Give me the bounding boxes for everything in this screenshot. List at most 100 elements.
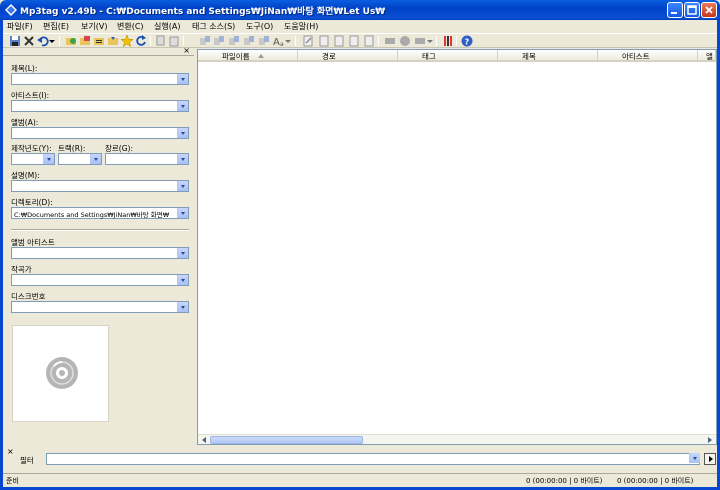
delete-icon[interactable] xyxy=(23,35,35,47)
paste-tag-icon[interactable] xyxy=(168,35,180,47)
text-file-tag-icon[interactable] xyxy=(228,35,240,47)
refresh-icon[interactable] xyxy=(135,35,147,47)
undo-icon[interactable] xyxy=(37,35,49,47)
favorite-star-icon[interactable] xyxy=(121,35,133,47)
options-icon[interactable] xyxy=(442,35,454,47)
tag-tag-icon[interactable] xyxy=(243,35,255,47)
menu-tag-sources[interactable]: 태그 소스(S) xyxy=(192,21,235,32)
minimize-icon xyxy=(671,12,677,14)
undo-dropdown-icon[interactable] xyxy=(49,35,55,47)
file-list-icon[interactable] xyxy=(318,35,330,47)
file-list-icon[interactable] xyxy=(363,35,375,47)
menu-actions[interactable]: 실행(A) xyxy=(154,21,180,32)
scrollbar-thumb[interactable] xyxy=(210,436,363,444)
chevron-down-icon[interactable] xyxy=(177,128,188,138)
amazon-icon[interactable] xyxy=(399,35,411,47)
chevron-down-icon[interactable] xyxy=(177,302,188,312)
minimize-button[interactable] xyxy=(667,2,683,18)
composer-combo[interactable] xyxy=(11,274,189,286)
toolbar-separator xyxy=(378,36,379,46)
menu-tools[interactable]: 도구(O) xyxy=(246,21,273,32)
column-header-path[interactable]: 경로 xyxy=(298,50,398,62)
genre-combo[interactable] xyxy=(105,153,189,165)
toolbar: Aa ? xyxy=(3,33,717,48)
discogs-icon[interactable] xyxy=(414,35,426,47)
close-button[interactable] xyxy=(701,2,717,18)
menu-file[interactable]: 파일(F) xyxy=(7,21,33,32)
chevron-down-icon[interactable] xyxy=(177,181,188,191)
case-conversion-icon[interactable]: Aa xyxy=(273,35,285,47)
change-directory-icon[interactable] xyxy=(65,35,77,47)
close-icon[interactable]: × xyxy=(183,46,190,55)
chevron-down-icon[interactable] xyxy=(177,154,188,164)
sort-ascending-icon xyxy=(258,54,264,58)
tag-source-dropdown-icon[interactable] xyxy=(427,35,433,47)
menu-edit[interactable]: 편집(E) xyxy=(43,21,69,32)
svg-text:?: ? xyxy=(465,38,470,47)
file-list-icon[interactable] xyxy=(348,35,360,47)
chevron-down-icon[interactable] xyxy=(177,248,188,258)
file-list-icon[interactable] xyxy=(333,35,345,47)
title-combo[interactable] xyxy=(11,73,189,85)
selected-files-summary: 0 (00:00:00 | 0 바이트) xyxy=(526,477,603,485)
year-combo[interactable] xyxy=(11,153,55,165)
total-files-summary: 0 (00:00:00 | 0 바이트) xyxy=(617,477,694,485)
toolbar-separator xyxy=(295,36,296,46)
column-header-filename[interactable]: 파일이름 xyxy=(198,50,298,62)
edit-icon[interactable] xyxy=(302,35,314,47)
maximize-button[interactable] xyxy=(684,2,700,18)
chevron-down-icon[interactable] xyxy=(43,154,54,164)
filename-tag-icon[interactable] xyxy=(213,35,225,47)
scroll-left-icon[interactable] xyxy=(200,436,208,444)
column-header-artist[interactable]: 아티스트 xyxy=(598,50,698,62)
chevron-down-icon[interactable] xyxy=(177,208,188,218)
toolbar-separator xyxy=(59,36,60,46)
directory-value: C:₩Documents and Settings₩JiNan₩바탕 화면₩ xyxy=(14,211,170,219)
file-list[interactable]: 파일이름 경로 태그 제목 아티스트 앨 xyxy=(197,49,717,445)
toolbar-separator xyxy=(456,36,457,46)
chevron-down-icon[interactable] xyxy=(177,101,188,111)
filter-input[interactable] xyxy=(46,453,700,465)
save-icon[interactable] xyxy=(9,35,21,47)
menu-convert[interactable]: 변환(C) xyxy=(117,21,144,32)
horizontal-scrollbar[interactable] xyxy=(198,434,716,444)
status-bar: 준비 0 (00:00:00 | 0 바이트) 0 (00:00:00 | 0 … xyxy=(3,473,717,486)
directory-combo[interactable]: C:₩Documents and Settings₩JiNan₩바탕 화면₩ xyxy=(11,207,189,219)
chevron-down-icon[interactable] xyxy=(90,154,101,164)
playlist-icon[interactable] xyxy=(93,35,105,47)
chevron-down-icon[interactable] xyxy=(689,453,700,463)
menu-view[interactable]: 보기(V) xyxy=(81,21,107,32)
artist-combo[interactable] xyxy=(11,100,189,112)
export-icon[interactable] xyxy=(107,35,119,47)
comment-combo[interactable] xyxy=(11,180,189,192)
title-bar: Mp3tag v2.49b - C:₩Documents and Setting… xyxy=(0,0,720,20)
chevron-down-icon[interactable] xyxy=(177,275,188,285)
scroll-right-icon[interactable] xyxy=(706,436,714,444)
menu-help[interactable]: 도움말(H) xyxy=(284,21,318,32)
column-header-tag[interactable]: 태그 xyxy=(398,50,498,62)
column-header-title[interactable]: 제목 xyxy=(498,50,598,62)
menu-bar: 파일(F) 편집(E) 보기(V) 변환(C) 실행(A) 태그 소스(S) 도… xyxy=(3,20,717,32)
album-artist-combo[interactable] xyxy=(11,247,189,259)
column-header-album[interactable]: 앨 xyxy=(698,50,716,62)
filter-label: 필터 xyxy=(20,456,34,465)
freedb-icon[interactable] xyxy=(384,35,396,47)
mp3tag-app-icon xyxy=(5,4,17,16)
tag-panel: × 제목(L): 아티스트(I): 앨범(A): 제작년도(Y): 트랙(R):… xyxy=(3,46,194,445)
disc-number-combo[interactable] xyxy=(11,301,189,313)
tag-filename-icon[interactable] xyxy=(199,35,211,47)
album-combo[interactable] xyxy=(11,127,189,139)
apply-filter-button[interactable] xyxy=(704,453,716,465)
tag-folder-icon[interactable] xyxy=(258,35,270,47)
cover-art-area[interactable] xyxy=(12,325,109,422)
toolbar-separator xyxy=(183,36,184,46)
add-directory-icon[interactable] xyxy=(79,35,91,47)
track-combo[interactable] xyxy=(58,153,102,165)
chevron-down-icon[interactable] xyxy=(177,74,188,84)
case-dropdown-icon[interactable] xyxy=(285,35,291,47)
toolbar-separator xyxy=(150,36,151,46)
status-text: 준비 xyxy=(6,477,19,485)
close-icon[interactable]: × xyxy=(7,447,14,456)
help-icon[interactable]: ? xyxy=(461,35,473,47)
copy-tag-icon[interactable] xyxy=(155,35,167,47)
